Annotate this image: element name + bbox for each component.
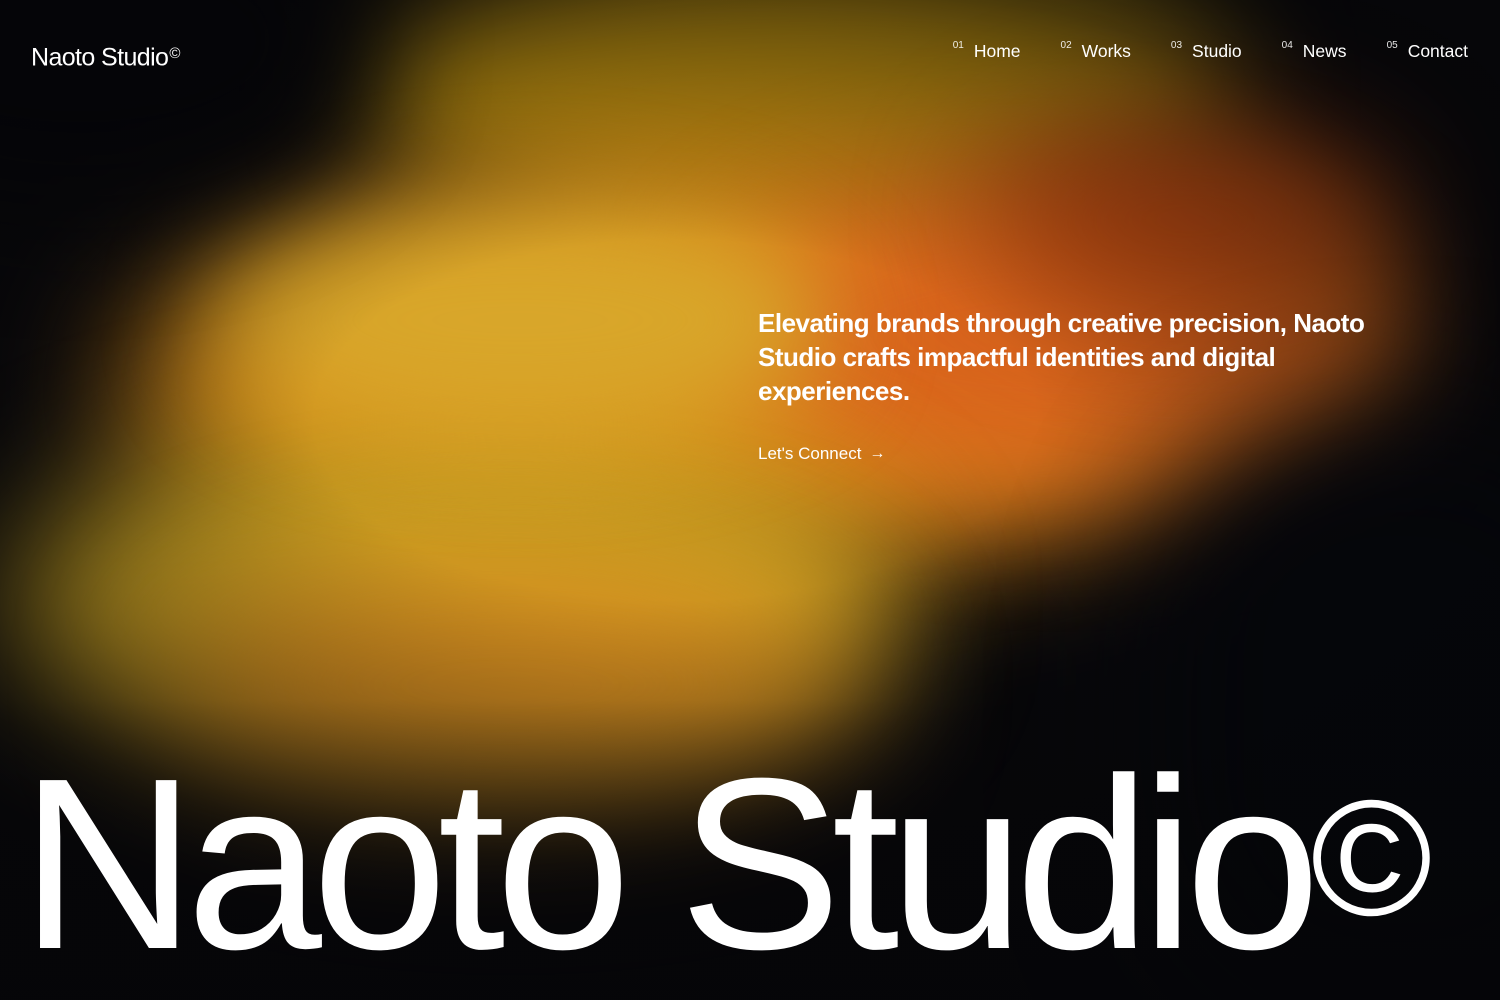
big-title-text: Naoto Studio xyxy=(20,727,1321,1000)
nav-number: 03 xyxy=(1170,40,1183,51)
nav-item-contact[interactable]: 05 Contact xyxy=(1387,39,1468,63)
hero-section: Elevating brands through creative precis… xyxy=(758,306,1418,464)
arrow-right-icon: → xyxy=(869,445,886,462)
hero-tagline: Elevating brands through creative precis… xyxy=(758,308,1365,406)
lets-connect-link[interactable]: Let's Connect → xyxy=(758,444,885,464)
logo-text: Naoto Studio xyxy=(31,43,169,72)
nav-label: Home xyxy=(973,41,1021,61)
nav-number: 04 xyxy=(1281,40,1293,51)
nav-item-news[interactable]: 04 News xyxy=(1282,39,1347,63)
nav-number: 05 xyxy=(1386,40,1398,51)
main-nav: 01 Home 02 Works 03 Studio 04 News 05 Co… xyxy=(953,39,1468,63)
nav-item-studio[interactable]: 03 Studio xyxy=(1171,39,1242,63)
nav-label: Works xyxy=(1081,41,1131,61)
nav-label: Contact xyxy=(1407,41,1468,61)
copyright-icon: © xyxy=(1310,766,1433,950)
cta-label: Let's Connect xyxy=(758,444,862,463)
nav-label: News xyxy=(1302,41,1347,61)
hero-big-title: Naoto Studio© xyxy=(20,742,1432,986)
copyright-icon: © xyxy=(169,45,180,62)
logo[interactable]: Naoto Studio© xyxy=(31,36,180,73)
nav-item-works[interactable]: 02 Works xyxy=(1061,39,1131,63)
nav-number: 01 xyxy=(952,40,964,51)
nav-item-home[interactable]: 01 Home xyxy=(953,39,1021,63)
nav-label: Studio xyxy=(1192,41,1242,61)
site-header: Naoto Studio© 01 Home 02 Works 03 Studio… xyxy=(31,36,1468,71)
nav-number: 02 xyxy=(1060,40,1072,51)
